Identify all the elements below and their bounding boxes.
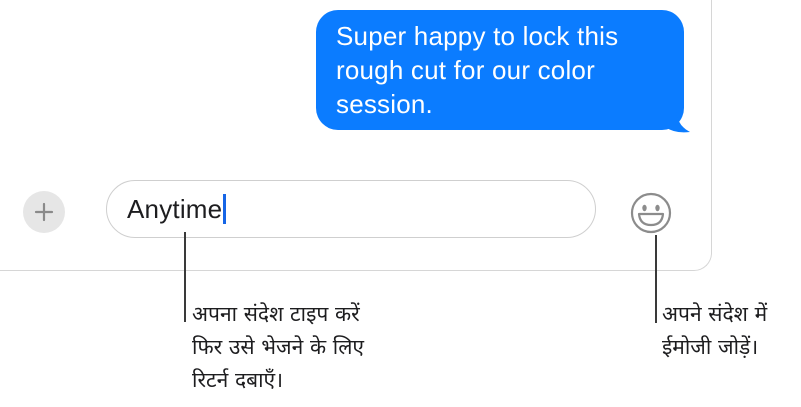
callout-line-text: फिर उसे भेजने के लिए (192, 335, 365, 359)
callout-line-text: अपना संदेश टाइप करें (192, 302, 360, 326)
callout-line-text: ईमोजी जोड़ें। (662, 335, 759, 359)
emoji-callout-line (655, 235, 657, 323)
input-callout-text: अपना संदेश टाइप करें फिर उसे भेजने के लि… (192, 298, 364, 397)
message-input-text: Anytime (127, 193, 223, 224)
input-callout-line (184, 232, 186, 322)
emoji-callout-text: अपने संदेश में ईमोजी जोड़ें। (662, 298, 767, 364)
emoji-button[interactable] (629, 191, 673, 235)
sent-message-bubble[interactable]: Super happy to lock this rough cut for o… (316, 10, 684, 130)
message-input[interactable]: Anytime (106, 180, 596, 238)
text-cursor (223, 194, 227, 224)
callout-line-text: अपने संदेश में (662, 302, 768, 326)
message-line: session. (336, 89, 433, 119)
smiley-emoji-icon (630, 192, 672, 234)
plus-icon (34, 202, 54, 222)
messages-illustration: Super happy to lock this rough cut for o… (0, 0, 801, 407)
add-attachment-button[interactable] (23, 191, 65, 233)
message-line: Super happy to lock this (336, 21, 619, 51)
bubble-tail (664, 112, 690, 133)
callout-line-text: रिटर्न दबाएँ। (192, 368, 284, 392)
message-line: rough cut for our color (336, 55, 595, 85)
